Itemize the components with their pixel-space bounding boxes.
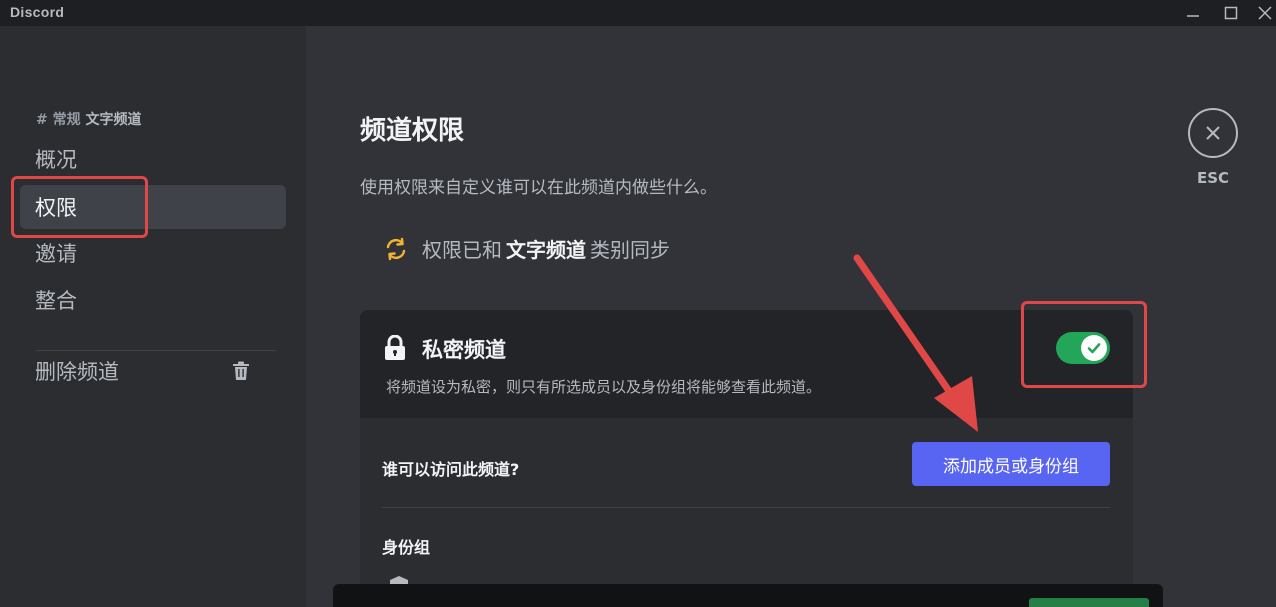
annotation-highlight-permissions xyxy=(11,176,148,238)
private-channel-header: 私密频道 将频道设为私密，则只有所选成员以及身份组将能够查看此频道。 xyxy=(360,310,1133,418)
sync-status: 权限已和 文字频道 类别同步 xyxy=(384,234,670,263)
minimize-icon xyxy=(1187,15,1199,17)
trash-icon xyxy=(233,361,249,380)
sync-prefix: 权限已和 xyxy=(422,238,502,262)
sidebar-item-overview[interactable]: 概况 xyxy=(20,137,286,181)
settings-sidebar: # 常规 文字频道 概况 权限 邀请 整合 删除频道 xyxy=(0,26,306,607)
sidebar-item-integrations[interactable]: 整合 xyxy=(20,278,286,322)
sidebar-item-label: 整合 xyxy=(35,289,77,313)
save-changes-button[interactable] xyxy=(1029,598,1149,607)
roles-section-label: 身份组 xyxy=(382,538,431,557)
private-channel-card: 私密频道 将频道设为私密，则只有所选成员以及身份组将能够查看此频道。 谁可以访问… xyxy=(360,310,1133,607)
sidebar-item-label: 概况 xyxy=(35,148,77,172)
annotation-highlight-toggle xyxy=(1021,301,1147,388)
private-channel-description: 将频道设为私密，则只有所选成员以及身份组将能够查看此频道。 xyxy=(386,378,822,396)
private-channel-title: 私密频道 xyxy=(422,338,506,362)
esc-label: ESC xyxy=(1196,169,1230,187)
close-window-button[interactable] xyxy=(1248,0,1276,26)
page-title: 频道权限 xyxy=(360,116,465,146)
maximize-icon xyxy=(1224,6,1238,20)
close-icon xyxy=(1258,6,1272,20)
channel-name: 文字频道 xyxy=(85,112,142,128)
card-divider xyxy=(382,507,1110,508)
close-icon xyxy=(1206,126,1220,140)
add-members-or-roles-button[interactable]: 添加成员或身份组 xyxy=(912,442,1110,486)
sync-channel-name: 文字频道 xyxy=(506,238,586,262)
delete-channel-button[interactable]: 删除频道 xyxy=(20,349,286,393)
channel-category: # 常规 xyxy=(36,112,81,128)
maximize-button[interactable] xyxy=(1214,0,1248,26)
page-description: 使用权限来自定义谁可以在此频道内做些什么。 xyxy=(360,178,717,198)
who-can-access-label: 谁可以访问此频道? xyxy=(382,460,520,479)
close-settings-button[interactable] xyxy=(1188,108,1238,158)
sync-suffix: 类别同步 xyxy=(590,238,670,262)
minimize-button[interactable] xyxy=(1176,0,1210,26)
sidebar-item-label: 邀请 xyxy=(35,242,77,266)
sync-icon xyxy=(386,237,406,260)
sidebar-header: # 常规 文字频道 xyxy=(36,109,141,129)
app-title: Discord xyxy=(10,4,65,20)
lock-icon xyxy=(385,335,405,360)
delete-channel-label: 删除频道 xyxy=(35,360,119,384)
title-bar: Discord xyxy=(0,0,1276,26)
